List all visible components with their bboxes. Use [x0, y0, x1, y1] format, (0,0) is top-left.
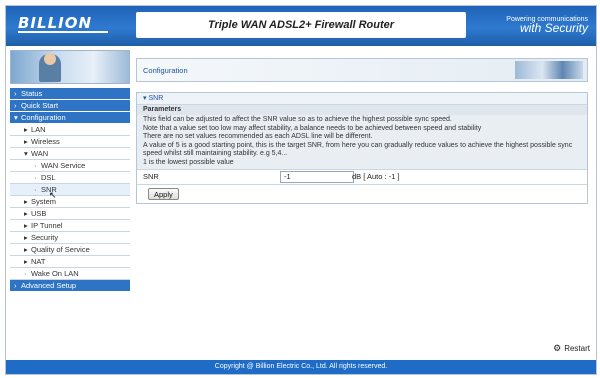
section-bar: Configuration: [136, 58, 588, 82]
chevron-right-icon: ›: [14, 89, 17, 98]
sidebar-item-wan-service[interactable]: · WAN Service: [10, 160, 130, 172]
triangle-right-icon: ▸: [24, 209, 28, 218]
chevron-right-icon: ›: [14, 281, 17, 290]
snr-row: SNR dB [ Auto : -1 ]: [137, 168, 587, 184]
restart-button[interactable]: ⚙ Restart: [553, 343, 590, 354]
snr-unit: dB [ Auto : -1 ]: [352, 171, 400, 181]
footer: Copyright @ Billion Electric Co., Ltd. A…: [6, 360, 596, 374]
desc-line: 1 is the lowest possible value: [143, 158, 234, 166]
sidebar-item-quick-start[interactable]: › Quick Start: [10, 100, 130, 112]
mouse-cursor-icon: ↖: [49, 190, 57, 200]
sidebar-item-wireless[interactable]: ▸ Wireless: [10, 136, 130, 148]
nav-menu: › Status › Quick Start ▾ Configuration ▸ LAN…: [10, 88, 130, 292]
button-row: Apply: [137, 183, 587, 203]
apply-button[interactable]: Apply: [148, 187, 179, 200]
bullet-icon: ·: [34, 185, 37, 194]
desc-line: Note that a value set too low may affect…: [143, 124, 482, 132]
sidebar-item-wan[interactable]: ▾ WAN: [10, 148, 130, 160]
sidebar-item-wake-on-lan[interactable]: · Wake On LAN: [10, 268, 130, 280]
sidebar-item-nat[interactable]: ▸ NAT: [10, 256, 130, 268]
triangle-right-icon: ▸: [24, 221, 28, 230]
desc-line: There are no set values recommended as e…: [143, 133, 373, 141]
triangle-right-icon: ▸: [24, 233, 28, 242]
sidebar-item-system[interactable]: ▸ System: [10, 196, 130, 208]
section-banner-image: [515, 61, 583, 79]
bullet-icon: ·: [34, 173, 37, 182]
triangle-right-icon: ▸: [24, 125, 28, 134]
sidebar-item-ip-tunnel[interactable]: ▸ IP Tunnel: [10, 220, 130, 232]
slogan: Powering communications with Security: [488, 15, 588, 35]
product-banner: Triple WAN ADSL2+ Firewall Router: [136, 12, 466, 38]
router-page: BILLION Triple WAN ADSL2+ Firewall Route…: [5, 5, 597, 375]
main-content: Configuration ▾ SNR Parameters This fiel…: [136, 58, 588, 233]
sidebar-item-configuration[interactable]: ▾ Configuration: [10, 112, 130, 124]
description: This field can be adjusted to affect the…: [137, 115, 587, 169]
billion-logo: BILLION: [18, 14, 108, 33]
triangle-right-icon: ▸: [24, 257, 28, 266]
triangle-right-icon: ▸: [24, 245, 28, 254]
sidebar-item-advanced-setup[interactable]: › Advanced Setup: [10, 280, 130, 292]
person-head: [44, 53, 56, 65]
snr-label: SNR: [143, 171, 159, 181]
bullet-icon: ·: [34, 161, 37, 170]
sidebar-item-dsl[interactable]: · DSL: [10, 172, 130, 184]
snr-panel: ▾ SNR Parameters This field can be adjus…: [136, 92, 588, 204]
sidebar-item-security[interactable]: ▸ Security: [10, 232, 130, 244]
sidebar-photo: [10, 50, 130, 84]
chevron-down-icon: ▾: [14, 113, 18, 122]
desc-line: A value of 5 is a good starting point, t…: [143, 141, 573, 158]
section-title: Configuration: [143, 66, 188, 75]
sidebar: › Status › Quick Start ▾ Configuration ▸ LAN…: [10, 50, 130, 292]
bullet-icon: ·: [24, 269, 27, 278]
chevron-right-icon: ›: [14, 101, 17, 110]
sidebar-item-usb[interactable]: ▸ USB: [10, 208, 130, 220]
sidebar-item-lan[interactable]: ▸ LAN: [10, 124, 130, 136]
slogan-line2: with Security: [519, 21, 588, 35]
panel-title: ▾ SNR: [137, 93, 587, 105]
snr-input[interactable]: [280, 170, 354, 183]
restart-icon: ⚙: [553, 343, 562, 353]
triangle-down-icon: ▾: [24, 149, 28, 158]
params-heading: Parameters: [137, 105, 587, 115]
sidebar-item-status[interactable]: › Status: [10, 88, 130, 100]
header: BILLION Triple WAN ADSL2+ Firewall Route…: [6, 6, 596, 46]
triangle-right-icon: ▸: [24, 197, 28, 206]
desc-line: This field can be adjusted to affect the…: [143, 116, 452, 123]
sidebar-item-qos[interactable]: ▸ Quality of Service: [10, 244, 130, 256]
triangle-right-icon: ▸: [24, 137, 28, 146]
sidebar-item-snr[interactable]: · SNR: [10, 184, 130, 196]
